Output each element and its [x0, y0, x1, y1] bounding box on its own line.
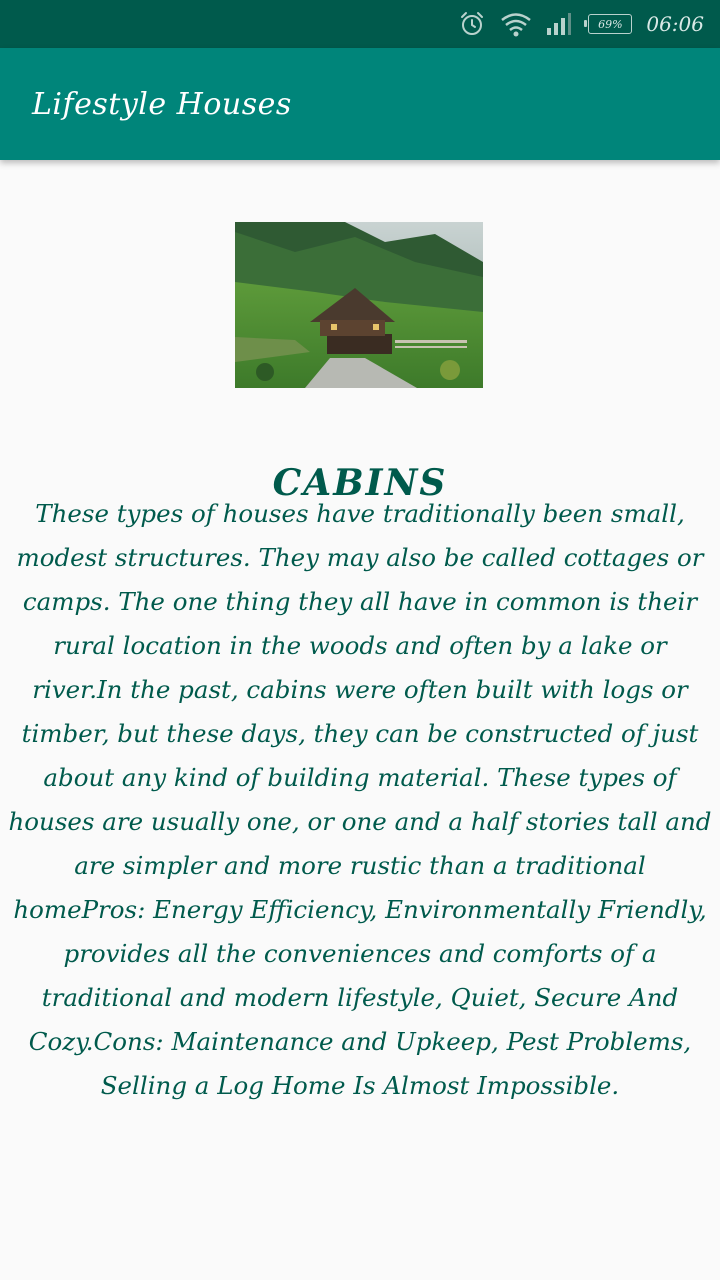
app-title: Lifestyle Houses [32, 86, 292, 122]
battery-indicator: 69% [584, 14, 633, 34]
app-bar: Lifestyle Houses [0, 48, 720, 160]
clock: 06:06 [646, 12, 704, 36]
battery-percent: 69% [598, 17, 623, 31]
alarm-clock-icon [458, 10, 486, 38]
description-text: These types of houses have traditionally… [8, 499, 712, 1100]
main-content: CABINS These types of houses have tradit… [0, 160, 720, 1280]
cell-signal-icon [546, 12, 572, 36]
status-bar: 69% 06:06 [0, 0, 720, 48]
wifi-icon [500, 11, 532, 37]
cabin-image [235, 222, 483, 388]
